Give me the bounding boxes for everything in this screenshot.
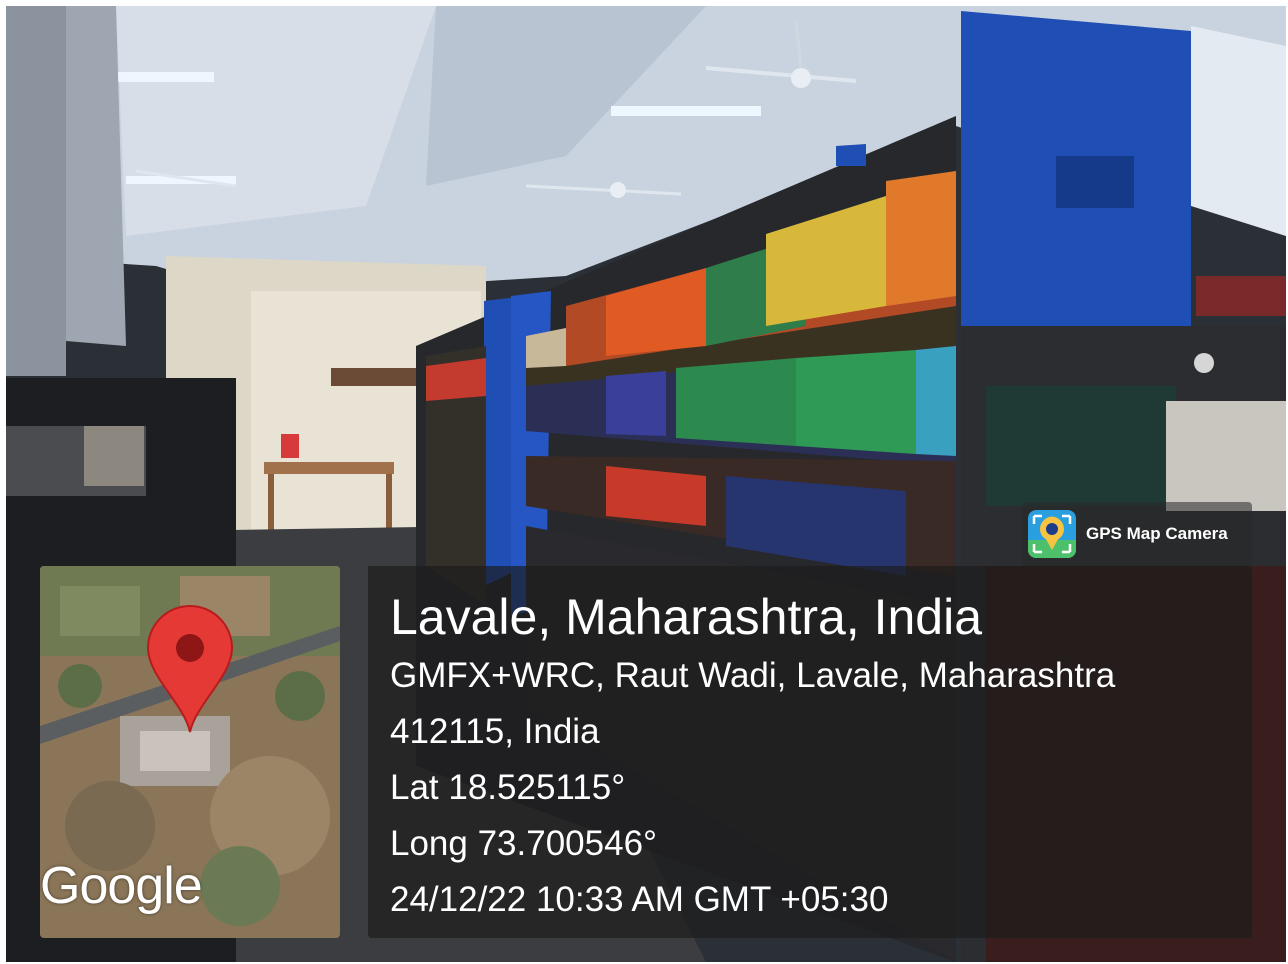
map-pin-camera-icon: [1028, 510, 1076, 558]
gps-map-camera-badge: GPS Map Camera: [1022, 502, 1252, 566]
map-thumbnail: Google: [40, 566, 340, 938]
google-logo: Google: [40, 857, 203, 915]
location-title: Lavale, Maharashtra, India: [390, 589, 983, 645]
latitude: Lat 18.525115°: [390, 768, 626, 807]
location-address: GMFX+WRC, Raut Wadi, Lavale, Maharashtra…: [390, 656, 1116, 751]
location-info-panel: Lavale, Maharashtra, India GMFX+WRC, Rau…: [368, 566, 1252, 938]
map-marker-icon: [146, 605, 234, 733]
timestamp: 24/12/22 10:33 AM GMT +05:30: [390, 880, 889, 919]
gps-map-camera-label: GPS Map Camera: [1086, 524, 1228, 543]
longitude: Long 73.700546°: [390, 824, 658, 863]
